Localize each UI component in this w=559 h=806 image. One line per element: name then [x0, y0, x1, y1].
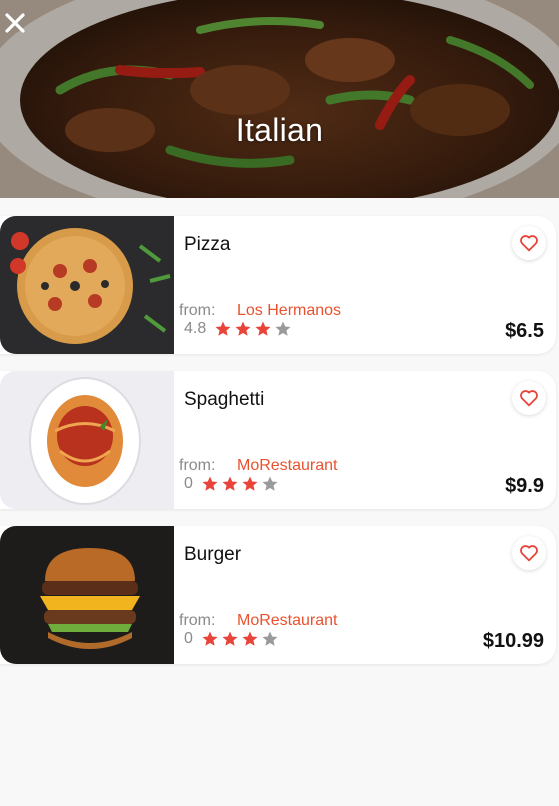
page-title: Italian	[235, 112, 324, 148]
item-price: $9.9	[505, 475, 544, 497]
star-rating	[201, 475, 279, 493]
star-filled-icon	[215, 321, 231, 336]
restaurant-link[interactable]: MoRestaurant	[237, 457, 338, 475]
rating-value: 4.8	[184, 320, 207, 337]
item-name: Spaghetti	[184, 389, 265, 410]
star-empty-icon	[275, 321, 291, 336]
dish-photo	[0, 0, 559, 198]
star-filled-icon	[235, 321, 251, 336]
rating-value: 0	[184, 475, 193, 492]
item-price: $6.5	[505, 320, 544, 342]
burger-image	[0, 526, 174, 664]
close-icon	[5, 13, 25, 33]
item-name: Pizza	[184, 234, 231, 255]
list-item-spaghetti[interactable]: Spaghetti from: MoRestaurant 0 $9.9	[0, 371, 556, 509]
star-rating	[214, 320, 292, 338]
star-filled-icon	[242, 476, 258, 491]
favorite-button[interactable]	[512, 381, 546, 415]
header-banner: Italian	[0, 0, 559, 198]
star-rating	[201, 630, 279, 648]
from-label: from:	[179, 302, 216, 319]
star-filled-icon	[202, 631, 218, 646]
pizza-image	[0, 216, 174, 354]
item-name: Burger	[184, 544, 242, 565]
star-filled-icon	[222, 631, 238, 646]
favorite-button[interactable]	[512, 226, 546, 260]
heart-outline-icon	[520, 390, 538, 407]
star-filled-icon	[255, 321, 271, 336]
rating-value: 0	[184, 630, 193, 647]
rating: 0	[184, 475, 279, 493]
list-item-burger[interactable]: Burger from: MoRestaurant 0 $10.99	[0, 526, 556, 664]
restaurant-link[interactable]: MoRestaurant	[237, 612, 338, 630]
star-filled-icon	[242, 631, 258, 646]
star-filled-icon	[202, 476, 218, 491]
rating: 0	[184, 630, 279, 648]
item-price: $10.99	[482, 630, 544, 652]
list-item-pizza[interactable]: Pizza from: Los Hermanos 4.8 $6.5	[0, 216, 556, 354]
rating: 4.8	[184, 320, 292, 338]
star-empty-icon	[262, 476, 278, 491]
heart-outline-icon	[520, 235, 538, 252]
star-filled-icon	[222, 476, 238, 491]
close-button[interactable]	[4, 12, 26, 34]
from-label: from:	[179, 612, 216, 629]
spaghetti-image	[0, 371, 174, 509]
from-label: from:	[179, 457, 216, 474]
restaurant-link[interactable]: Los Hermanos	[237, 302, 341, 320]
favorite-button[interactable]	[512, 536, 546, 570]
heart-outline-icon	[520, 545, 538, 562]
star-empty-icon	[262, 631, 278, 646]
